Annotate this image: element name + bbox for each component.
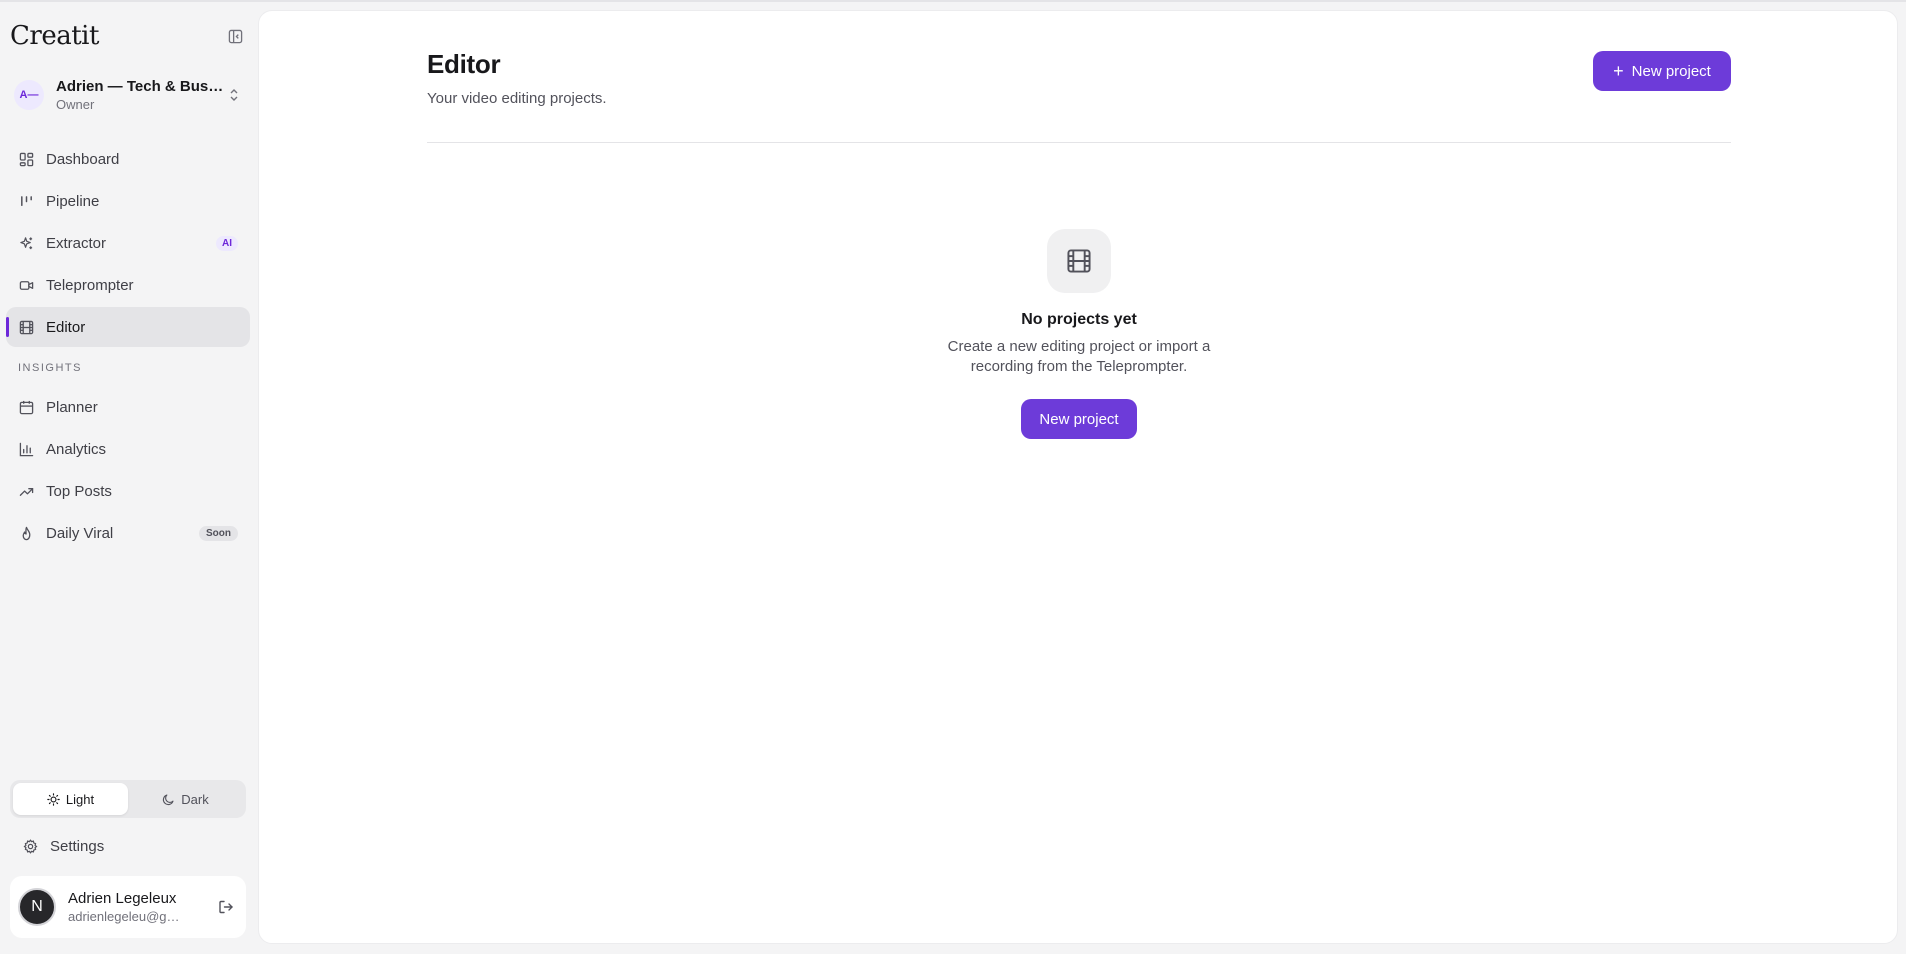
nav-label: Analytics: [46, 440, 107, 458]
user-email: adrienlegeleu@gmail.com: [68, 909, 180, 924]
nav-label: Extractor: [46, 234, 107, 252]
theme-light-label: Light: [65, 791, 95, 807]
workspace-switcher[interactable]: A— Adrien — Tech & Business Owner: [8, 72, 248, 118]
soon-badge: Soon: [199, 525, 238, 541]
settings-label: Settings: [50, 837, 105, 855]
nav-item-extractor[interactable]: Extractor AI: [6, 223, 250, 263]
sparkles-icon: [18, 235, 34, 251]
workspace-name: Adrien — Tech & Business: [56, 78, 226, 95]
collapse-sidebar-icon[interactable]: [224, 25, 246, 47]
ai-badge: AI: [216, 235, 238, 251]
window-top-border: [0, 0, 1906, 2]
brand-row: Creatit: [10, 16, 246, 56]
nav-item-pipeline[interactable]: Pipeline: [6, 181, 250, 221]
nav-label: Dashboard: [46, 150, 120, 168]
settings-link[interactable]: Settings: [12, 826, 246, 866]
page-title: Editor: [427, 49, 501, 79]
calendar-icon: [18, 399, 34, 415]
empty-state-description: Create a new editing project or import a…: [947, 338, 1211, 375]
nav-section-insights: INSIGHTS: [18, 362, 82, 374]
moon-icon: [163, 793, 174, 805]
gear-icon: [22, 838, 38, 854]
page-header: Editor Your video editing projects. + Ne…: [427, 49, 1731, 143]
workspace-role: Owner: [56, 97, 95, 112]
film-icon: [1047, 229, 1111, 293]
plus-icon: +: [1613, 61, 1624, 81]
nav-item-daily-viral[interactable]: Daily Viral Soon: [6, 513, 250, 553]
film-icon: [18, 319, 34, 335]
theme-toggle: Light Dark: [10, 780, 246, 818]
new-project-label: New project: [1631, 62, 1711, 80]
trending-up-icon: [18, 483, 34, 499]
main-panel: Editor Your video editing projects. + Ne…: [258, 10, 1898, 944]
user-text: Adrien Legeleux adrienlegeleu@gmail.com: [68, 890, 214, 924]
brand-logo: Creatit: [10, 21, 99, 51]
nav-label: Teleprompter: [46, 276, 134, 294]
sidebar: Creatit A— Adrien — Tech & Business Owne…: [0, 2, 258, 952]
nav-label: Top Posts: [46, 482, 112, 500]
nav-item-analytics[interactable]: Analytics: [6, 429, 250, 469]
page-subtitle: Your video editing projects.: [427, 90, 607, 107]
nav-item-teleprompter[interactable]: Teleprompter: [6, 265, 250, 305]
nav-item-dashboard[interactable]: Dashboard: [6, 139, 250, 179]
empty-state: No projects yet Create a new editing pro…: [427, 229, 1731, 439]
workspace-text: Adrien — Tech & Business Owner: [56, 78, 226, 112]
user-name: Adrien Legeleux: [68, 890, 177, 907]
nav-item-editor[interactable]: Editor: [6, 307, 250, 347]
nav-label: Daily Viral: [46, 524, 114, 542]
chevron-up-down-icon: [226, 88, 242, 102]
empty-new-project-button[interactable]: New project: [1021, 399, 1137, 439]
bar-chart-icon: [18, 441, 34, 457]
empty-state-title: No projects yet: [1021, 311, 1137, 328]
logout-icon[interactable]: [214, 895, 238, 919]
flame-icon: [18, 525, 34, 541]
theme-light-button[interactable]: Light: [13, 783, 128, 815]
nav-label: Planner: [46, 398, 98, 416]
dashboard-icon: [18, 151, 34, 167]
avatar[interactable]: N: [18, 888, 56, 926]
theme-dark-button[interactable]: Dark: [128, 783, 243, 815]
main-nav: Dashboard Pipeline Extractor AI Teleprom…: [6, 139, 250, 555]
nav-item-planner[interactable]: Planner: [6, 387, 250, 427]
nav-label: Pipeline: [46, 192, 100, 210]
video-camera-icon: [18, 277, 34, 293]
new-project-button[interactable]: + New project: [1593, 51, 1731, 91]
theme-dark-label: Dark: [181, 791, 209, 807]
pipeline-icon: [18, 193, 34, 209]
nav-item-top-posts[interactable]: Top Posts: [6, 471, 250, 511]
user-card: N Adrien Legeleux adrienlegeleu@gmail.co…: [10, 876, 246, 938]
nav-label: Editor: [46, 318, 86, 336]
sun-icon: [47, 792, 60, 806]
workspace-avatar: A—: [14, 80, 44, 110]
